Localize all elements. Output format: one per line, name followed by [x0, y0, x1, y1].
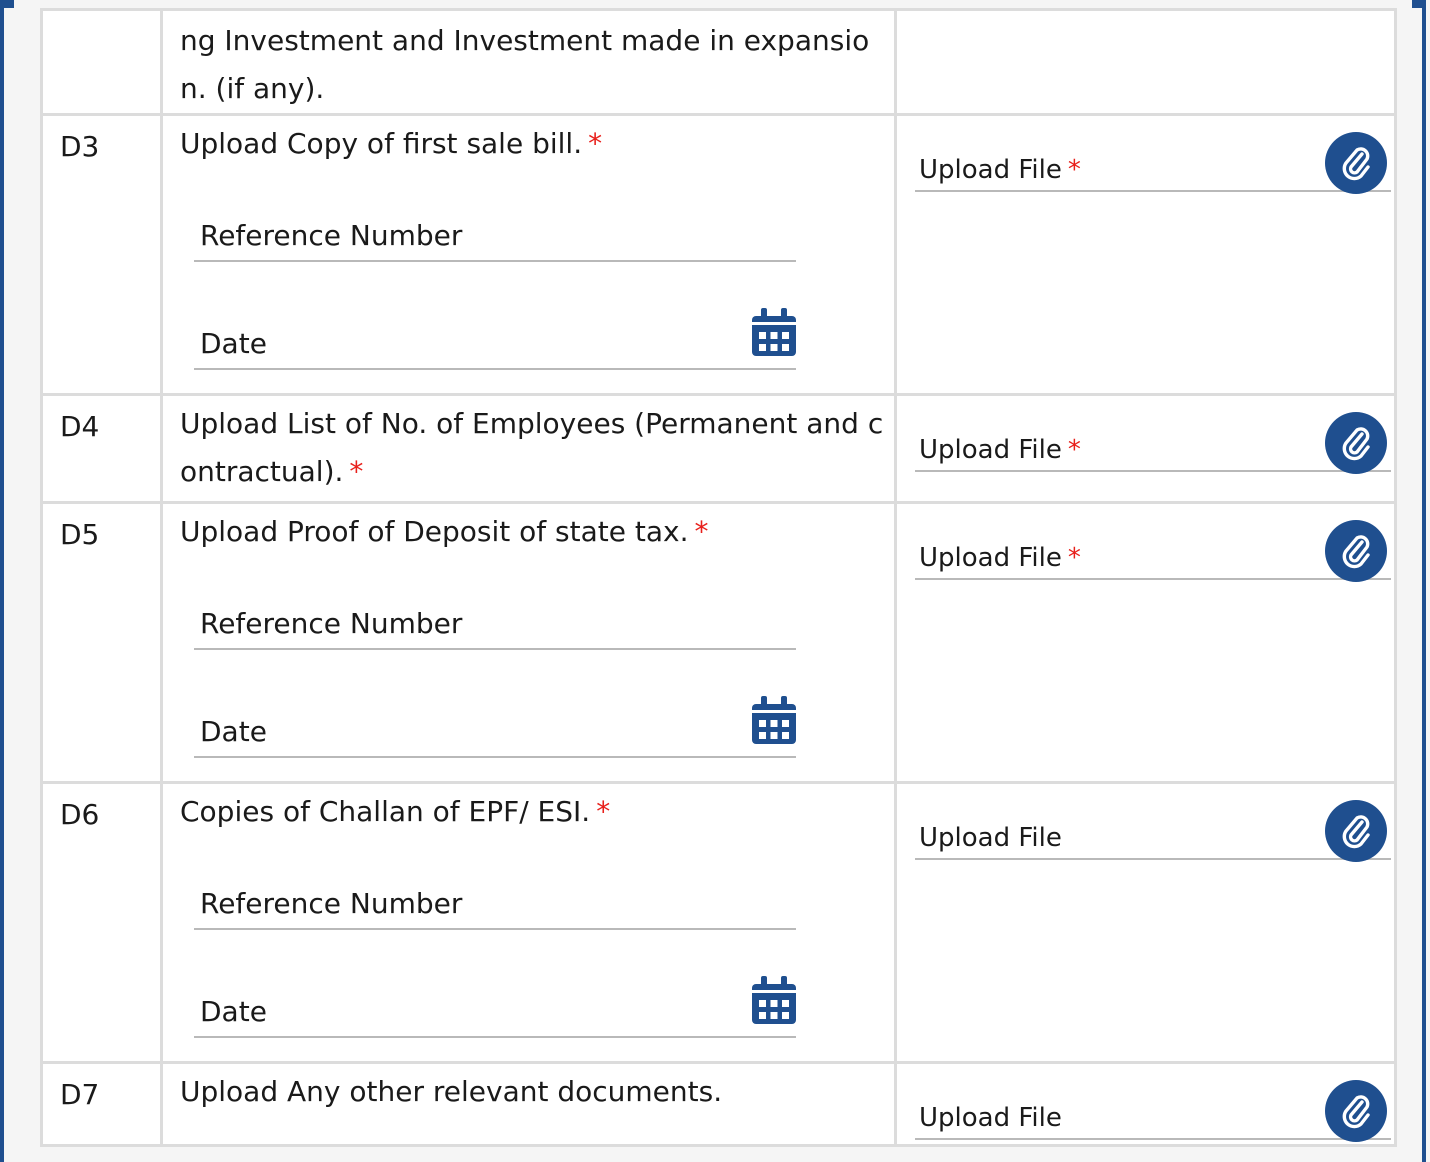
row-description: Upload List of No. of Employees (Permane… — [163, 396, 894, 496]
frame-right-border — [1422, 0, 1426, 1162]
attach-file-button[interactable] — [1325, 1080, 1387, 1142]
date-placeholder: Date — [200, 715, 267, 748]
frame-left-border — [0, 0, 4, 1162]
row-label: Upload List of No. of Employees (Permane… — [180, 407, 884, 488]
reference-number-input[interactable]: Reference Number — [194, 604, 796, 650]
upload-cell: Upload File * — [894, 501, 1397, 784]
row-description: Upload Proof of Deposit of state tax. * — [163, 504, 894, 556]
required-marker: * — [588, 127, 603, 160]
paperclip-icon — [1342, 427, 1370, 461]
date-input[interactable]: Date — [194, 696, 796, 758]
paperclip-icon — [1342, 535, 1370, 569]
upload-file-label: Upload File — [919, 1103, 1062, 1133]
paperclip-icon — [1342, 815, 1370, 849]
required-marker: * — [1067, 155, 1081, 185]
date-placeholder: Date — [200, 327, 267, 360]
upload-file-label: Upload File — [919, 543, 1062, 573]
code-cell: D4 — [40, 393, 163, 504]
upload-cell: Upload File * — [894, 113, 1397, 396]
row-label: Copies of Challan of EPF/ ESI. — [180, 795, 591, 828]
row-description: Upload Any other relevant documents. — [163, 1064, 894, 1116]
table-row-d4: D4 Upload List of No. of Employees (Perm… — [40, 393, 1397, 504]
code-cell: D3 — [40, 113, 163, 396]
table-row-d3: D3 Upload Copy of first sale bill. * Refe… — [40, 113, 1397, 396]
row-code: D3 — [60, 130, 100, 163]
upload-file-label: Upload File — [919, 155, 1062, 185]
calendar-icon[interactable] — [752, 308, 796, 356]
row-code: D4 — [60, 410, 100, 443]
date-input[interactable]: Date — [194, 308, 796, 370]
description-cell: Upload Any other relevant documents. — [160, 1061, 897, 1147]
upload-file-label: Upload File — [919, 435, 1062, 465]
row-label: Upload Copy of first sale bill. — [180, 127, 583, 160]
upload-file-field[interactable]: Upload File — [915, 800, 1391, 862]
upload-file-field[interactable]: Upload File * — [915, 520, 1391, 582]
row-label: Upload Proof of Deposit of state tax. — [180, 515, 689, 548]
frame-corner-left — [0, 0, 14, 8]
row-description: ng Investment and Investment made in exp… — [180, 24, 870, 105]
date-placeholder: Date — [200, 995, 267, 1028]
reference-number-input[interactable]: Reference Number — [194, 216, 796, 262]
required-marker: * — [349, 455, 364, 488]
reference-number-placeholder: Reference Number — [200, 219, 463, 252]
description-cell: Upload Proof of Deposit of state tax. * R… — [160, 501, 897, 784]
frame-corner-right — [1412, 0, 1426, 8]
attach-file-button[interactable] — [1325, 132, 1387, 194]
upload-cell — [894, 8, 1397, 116]
description-cell: Upload List of No. of Employees (Permane… — [160, 393, 897, 504]
row-label: Upload Any other relevant documents. — [180, 1075, 723, 1108]
row-code: D7 — [60, 1078, 100, 1111]
upload-cell: Upload File * — [894, 393, 1397, 504]
required-marker: * — [596, 795, 611, 828]
code-cell — [40, 8, 163, 116]
paperclip-icon — [1342, 1095, 1370, 1129]
upload-cell: Upload File — [894, 781, 1397, 1064]
attach-file-button[interactable] — [1325, 520, 1387, 582]
description-cell: Copies of Challan of EPF/ ESI. * Referenc… — [160, 781, 897, 1064]
attach-file-button[interactable] — [1325, 412, 1387, 474]
table-row-d5: D5 Upload Proof of Deposit of state tax.… — [40, 501, 1397, 784]
code-cell: D7 — [40, 1061, 163, 1147]
row-description: Upload Copy of first sale bill. * — [163, 116, 894, 168]
calendar-icon[interactable] — [752, 976, 796, 1024]
row-description: Copies of Challan of EPF/ ESI. * — [163, 784, 894, 836]
calendar-icon[interactable] — [752, 696, 796, 744]
row-code: D6 — [60, 798, 100, 831]
upload-file-field[interactable]: Upload File — [915, 1080, 1391, 1142]
required-marker: * — [1067, 435, 1081, 465]
required-marker: * — [694, 515, 709, 548]
attach-file-button[interactable] — [1325, 800, 1387, 862]
reference-number-placeholder: Reference Number — [200, 607, 463, 640]
upload-file-label: Upload File — [919, 823, 1062, 853]
reference-number-input[interactable]: Reference Number — [194, 884, 796, 930]
required-marker: * — [1067, 543, 1081, 573]
description-cell: ng Investment and Investment made in exp… — [160, 8, 897, 116]
upload-file-field[interactable]: Upload File * — [915, 412, 1391, 474]
table-row-d2-continued: ng Investment and Investment made in exp… — [40, 8, 1397, 116]
description-cell: Upload Copy of first sale bill. * Referen… — [160, 113, 897, 396]
upload-cell: Upload File — [894, 1061, 1397, 1147]
upload-file-field[interactable]: Upload File * — [915, 132, 1391, 194]
documents-table: ng Investment and Investment made in exp… — [40, 8, 1397, 1147]
date-input[interactable]: Date — [194, 976, 796, 1038]
code-cell: D6 — [40, 781, 163, 1064]
paperclip-icon — [1342, 147, 1370, 181]
row-code: D5 — [60, 518, 100, 551]
table-row-d7: D7 Upload Any other relevant documents. … — [40, 1061, 1397, 1147]
table-row-d6: D6 Copies of Challan of EPF/ ESI. * Refer… — [40, 781, 1397, 1064]
reference-number-placeholder: Reference Number — [200, 887, 463, 920]
code-cell: D5 — [40, 501, 163, 784]
